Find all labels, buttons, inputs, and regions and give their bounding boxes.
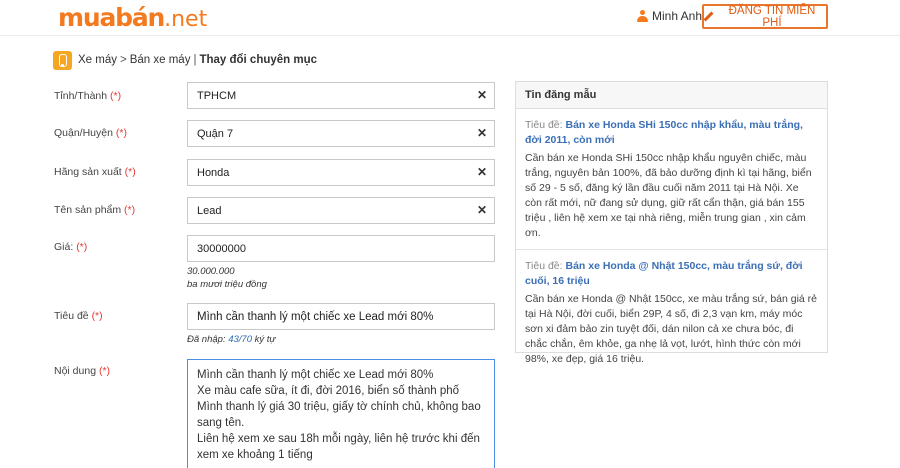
content-line: Xe màu cafe sữa, ít đi, đời 2016, biển s… (197, 385, 460, 397)
content-line: Liên hệ xem xe sau 18h mỗi ngày, liên hệ… (197, 433, 480, 445)
title-char-count: Đã nhập: 43/70 ký tự (187, 334, 276, 345)
user-icon (637, 9, 648, 23)
price-input[interactable]: 30000000 (187, 235, 495, 262)
brand-label: Hãng sản xuất (*) (54, 166, 136, 178)
title-value: Mình cần thanh lý một chiếc xe Lead mới … (197, 310, 434, 323)
price-formatted: 30.000.000 (187, 266, 235, 277)
province-select[interactable]: TPHCM ✕ (187, 82, 495, 109)
site-logo[interactable]: muabán.net (58, 4, 207, 34)
content-textarea[interactable]: Mình cần thanh lý một chiếc xe Lead mới … (187, 359, 495, 468)
sample-listing: Tiêu đề: Bán xe Honda @ Nhật 150cc, màu … (516, 249, 827, 367)
breadcrumb-separator: > (120, 54, 127, 66)
sample-listings-panel: Tin đăng mẫu Tiêu đề: Bán xe Honda SHi 1… (515, 81, 828, 365)
content-line: xem xe khoảng 1 tiếng (197, 449, 313, 461)
content-label: Nội dung (*) (54, 365, 111, 377)
phone-category-icon (53, 50, 72, 70)
change-category-link[interactable]: Thay đổi chuyên mục (199, 54, 317, 66)
title-label: Tiêu đề (*) (54, 310, 103, 322)
province-label: Tỉnh/Thành (*) (54, 90, 122, 102)
clear-product-icon[interactable]: ✕ (477, 204, 487, 216)
price-value: 30000000 (197, 242, 246, 255)
content-line: Mình cần thanh lý một chiếc xe Lead mới … (197, 369, 434, 381)
sample-title-label: Tiêu đề: (525, 119, 563, 131)
sample-body: Cần bán xe Honda @ Nhật 150cc, xe màu tr… (525, 293, 818, 365)
sample-panel-heading: Tin đăng mẫu (516, 82, 827, 109)
breadcrumb-item-xe-may[interactable]: Xe máy (78, 54, 117, 66)
breadcrumb: Xe máy > Bán xe máy | Thay đổi chuyên mụ… (53, 50, 317, 70)
district-value: Quận 7 (197, 127, 234, 140)
product-value: Lead (197, 204, 222, 217)
sample-body: Cần bán xe Honda SHi 150cc nhập khẩu ngu… (525, 152, 812, 239)
sample-listing: Tiêu đề: Bán xe Honda SHi 150cc nhập khẩ… (516, 109, 827, 241)
brand-select[interactable]: Honda ✕ (187, 159, 495, 186)
district-label: Quận/Huyện (*) (54, 127, 127, 139)
sample-title-label: Tiêu đề: (525, 260, 563, 272)
title-input[interactable]: Mình cần thanh lý một chiếc xe Lead mới … (187, 303, 495, 330)
price-in-words: ba mươi triệu đồng (187, 279, 267, 290)
clear-brand-icon[interactable]: ✕ (477, 166, 487, 178)
user-menu[interactable]: Minh Anh (637, 9, 702, 23)
sample-title: Bán xe Honda SHi 150cc nhập khẩu, màu tr… (525, 119, 803, 146)
clear-district-icon[interactable]: ✕ (477, 127, 487, 139)
district-select[interactable]: Quận 7 ✕ (187, 120, 495, 147)
price-label: Giá: (*) (54, 241, 88, 253)
post-free-ad-button[interactable]: ĐĂNG TIN MIỄN PHÍ (702, 4, 828, 29)
breadcrumb-divider: | (193, 54, 197, 66)
sample-title: Bán xe Honda @ Nhật 150cc, màu trắng sứ,… (525, 260, 803, 287)
breadcrumb-item-ban-xe-may[interactable]: Bán xe máy (130, 54, 191, 66)
pencil-icon (704, 12, 714, 22)
user-name: Minh Anh (652, 9, 703, 23)
product-label: Tên sản phẩm (*) (54, 204, 136, 216)
content-line: sang tên. (197, 417, 245, 429)
province-value: TPHCM (197, 89, 237, 102)
product-select[interactable]: Lead ✕ (187, 197, 495, 224)
content-line: Mình thanh lý giá 30 triệu, giấy tờ chín… (197, 401, 481, 413)
brand-value: Honda (197, 166, 230, 179)
clear-province-icon[interactable]: ✕ (477, 89, 487, 101)
top-header: muabán.net Minh Anh ĐĂNG TIN MIỄN PHÍ (0, 0, 900, 36)
title-count-value: 43/70 (228, 334, 252, 345)
